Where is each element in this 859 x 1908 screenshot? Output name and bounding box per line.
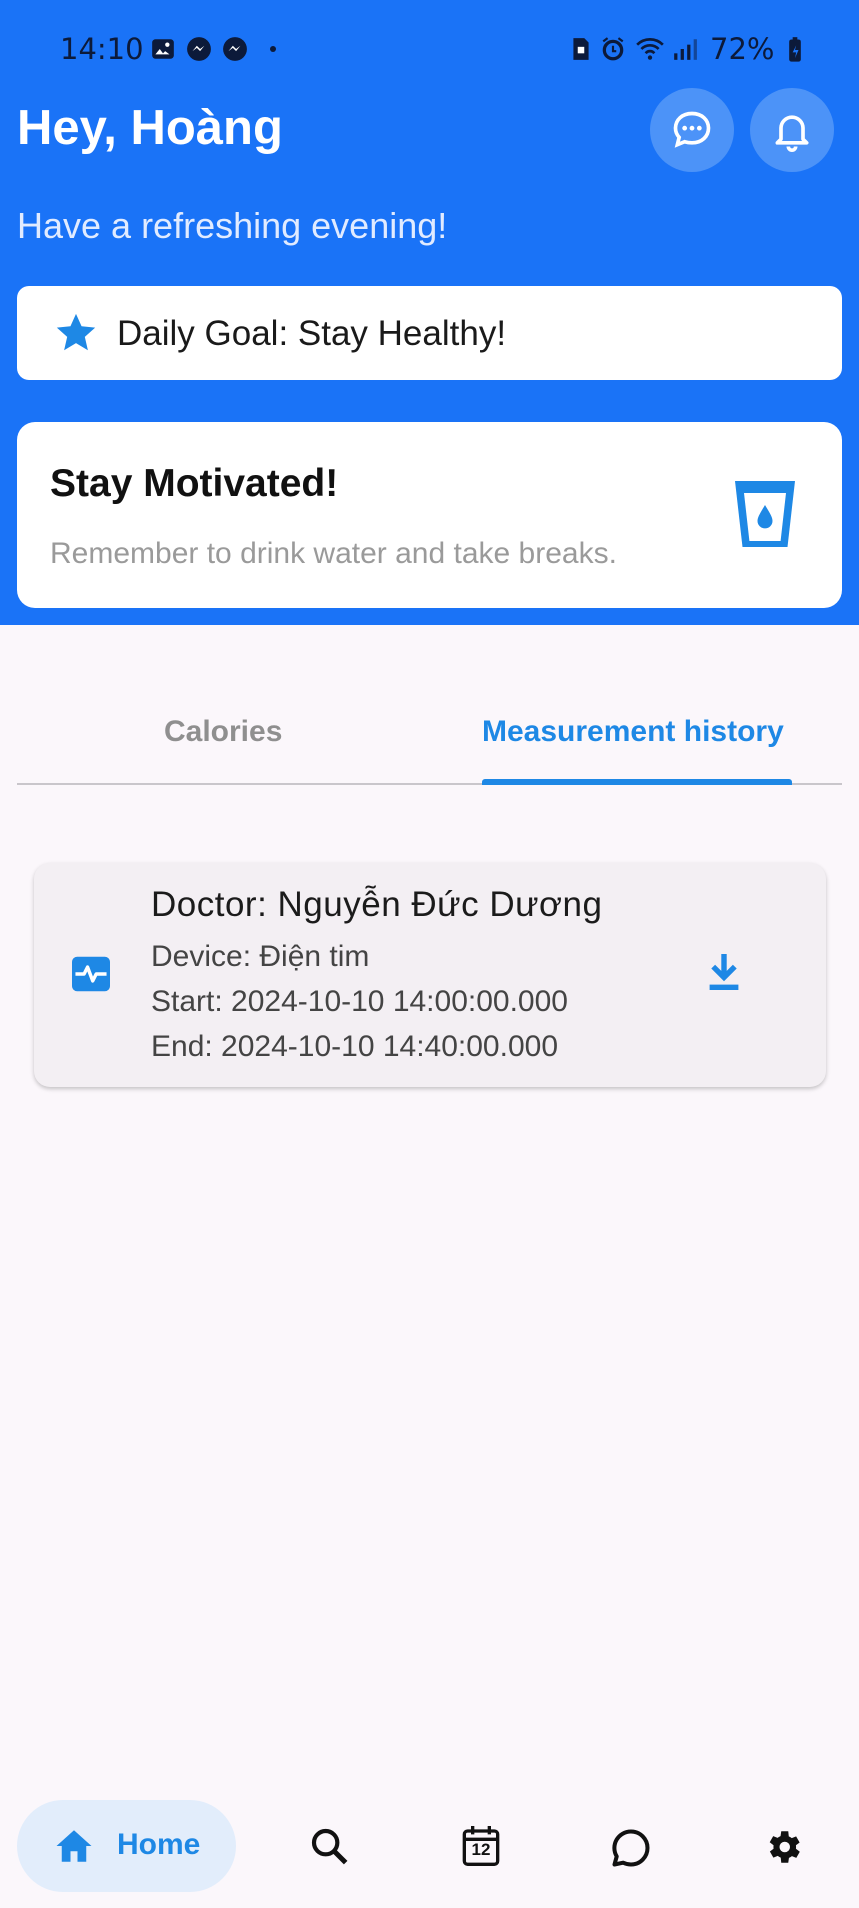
wifi-icon bbox=[636, 38, 664, 60]
history-start: Start: 2024-10-10 14:00:00.000 bbox=[151, 985, 568, 1018]
tab-indicator bbox=[482, 779, 792, 785]
tab-bar: Calories Measurement history bbox=[17, 680, 842, 785]
nav-home-label: Home bbox=[117, 1828, 201, 1861]
star-icon bbox=[56, 313, 96, 351]
status-bar: 14:10 72% bbox=[60, 28, 820, 68]
search-icon[interactable] bbox=[309, 1826, 349, 1866]
sim-icon bbox=[573, 38, 589, 60]
motivation-title: Stay Motivated! bbox=[50, 462, 339, 505]
history-device: Device: Điện tim bbox=[151, 940, 370, 973]
motivation-card: Stay Motivated! Remember to drink water … bbox=[17, 422, 842, 608]
download-icon[interactable] bbox=[706, 952, 742, 992]
dot-icon bbox=[270, 46, 276, 52]
settings-icon[interactable] bbox=[762, 1826, 804, 1868]
history-end: End: 2024-10-10 14:40:00.000 bbox=[151, 1030, 559, 1063]
calendar-day: 12 bbox=[471, 1840, 491, 1859]
home-icon bbox=[56, 1830, 92, 1862]
messages-button[interactable] bbox=[650, 88, 734, 172]
signal-icon bbox=[674, 39, 697, 60]
greeting-subtitle: Have a refreshing evening! bbox=[17, 205, 448, 246]
messenger-icon bbox=[187, 37, 211, 61]
nav-home[interactable]: Home bbox=[17, 1800, 236, 1892]
gallery-icon bbox=[152, 39, 174, 59]
status-time: 14:10 bbox=[60, 32, 144, 66]
chat-bubble-icon bbox=[673, 111, 711, 148]
chat-icon[interactable] bbox=[609, 1826, 653, 1870]
bell-icon bbox=[775, 115, 809, 152]
battery-icon bbox=[789, 37, 801, 62]
alarm-icon bbox=[602, 37, 624, 61]
history-doctor: Doctor: Nguyễn Đức Dương bbox=[151, 885, 603, 924]
messenger-icon bbox=[223, 37, 247, 61]
bottom-navigation: Home 12 bbox=[0, 1786, 859, 1908]
daily-goal-text: Daily Goal: Stay Healthy! bbox=[117, 314, 507, 353]
water-glass-icon bbox=[735, 481, 795, 547]
heart-monitor-icon bbox=[72, 956, 110, 992]
notifications-button[interactable] bbox=[750, 88, 834, 172]
battery-level: 72% bbox=[710, 32, 775, 66]
tab-measurement-history[interactable]: Measurement history bbox=[482, 715, 784, 749]
tab-calories[interactable]: Calories bbox=[164, 715, 282, 749]
greeting-title: Hey, Hoàng bbox=[17, 101, 283, 155]
history-item[interactable]: Doctor: Nguyễn Đức Dương Device: Điện ti… bbox=[34, 863, 826, 1087]
nav-calendar[interactable]: 12 bbox=[461, 1824, 501, 1868]
header: 14:10 72% Hey, Hoàng Have a refreshing e… bbox=[0, 0, 859, 625]
daily-goal-card: Daily Goal: Stay Healthy! bbox=[17, 286, 842, 380]
motivation-description: Remember to drink water and take breaks. bbox=[50, 537, 617, 570]
